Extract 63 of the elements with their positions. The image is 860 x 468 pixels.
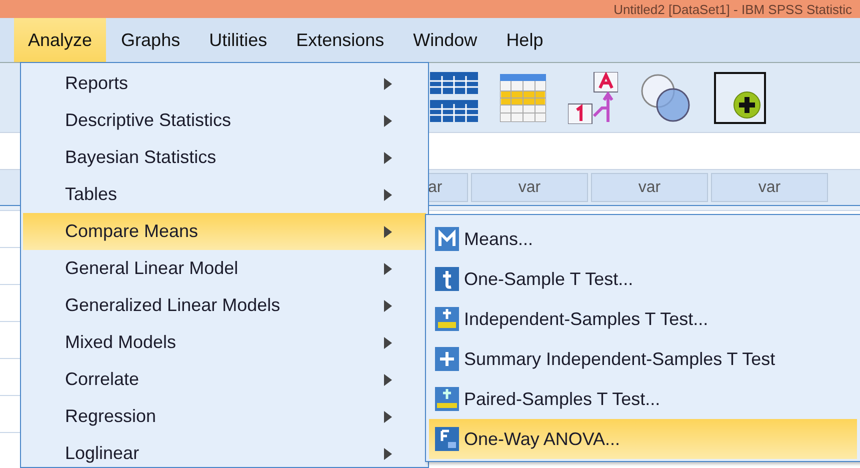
menu-item[interactable]: One-Sample T Test... <box>429 259 857 299</box>
zigzag-icon <box>435 227 459 251</box>
menu-item[interactable]: Bayesian Statistics <box>23 139 426 176</box>
menu-item[interactable]: Loglinear <box>23 435 426 467</box>
menu-item-label: Correlate <box>65 368 140 391</box>
menu-item-label: One-Way ANOVA... <box>464 428 620 451</box>
column-header[interactable]: var <box>471 173 588 202</box>
menu-item[interactable]: Tables <box>23 176 426 213</box>
venn-icon <box>640 72 692 122</box>
submenu-arrow-icon <box>384 336 392 348</box>
submenu-arrow-icon <box>384 300 392 312</box>
menu-bar-item[interactable]: Window <box>399 18 492 62</box>
menu-item-label: Means... <box>464 228 534 250</box>
menu-item-label: Loglinear <box>65 442 140 465</box>
menu-item-label: Independent-Samples T Test... <box>464 308 708 331</box>
menu-item[interactable]: General Linear Model <box>23 250 426 287</box>
submenu-arrow-icon <box>384 114 392 126</box>
column-header[interactable]: var <box>711 173 828 202</box>
menu-item-label: Summary Independent-Samples T Test <box>464 348 776 371</box>
menu-item[interactable]: Summary Independent-Samples T Test <box>429 339 857 379</box>
menu-item-label: Bayesian Statistics <box>65 146 218 169</box>
submenu-arrow-icon <box>384 410 392 422</box>
menu-item-label: Compare Means <box>65 220 200 243</box>
menu-item-label: Regression <box>65 405 158 428</box>
menu-bar-item[interactable]: Analyze <box>14 18 106 62</box>
menu-item-label: General Linear Model <box>65 257 240 280</box>
menu-bar-item[interactable]: Graphs <box>107 18 194 62</box>
menu-bar-item[interactable]: Utilities <box>195 18 282 62</box>
letter-f-icon <box>435 427 459 451</box>
window-title: Untitled2 [DataSet1] - IBM SPSS Statistic <box>614 2 852 16</box>
plus-icon <box>435 347 459 371</box>
menu-item[interactable]: Regression <box>23 398 426 435</box>
add-button-icon[interactable] <box>714 72 766 124</box>
submenu-arrow-icon <box>384 226 392 238</box>
submenu-arrow-icon <box>384 448 392 460</box>
submenu-arrow-icon <box>384 188 392 200</box>
menu-item[interactable]: Means... <box>429 219 857 259</box>
column-header[interactable]: var <box>591 173 708 202</box>
table-icon <box>430 72 478 124</box>
menu-item-label: Tables <box>65 183 118 206</box>
submenu-arrow-icon <box>384 152 392 164</box>
value-labels-icon <box>568 72 618 124</box>
submenu-arrow-icon <box>384 374 392 386</box>
menu-item[interactable]: Generalized Linear Models <box>23 287 426 324</box>
menu-item-label: Generalized Linear Models <box>65 294 282 317</box>
menu-item-label: Descriptive Statistics <box>65 109 232 132</box>
spreadsheet-icon <box>500 74 546 122</box>
submenu-arrow-icon <box>384 78 392 90</box>
menu-item[interactable]: Descriptive Statistics <box>23 102 426 139</box>
menu-item[interactable]: Correlate <box>23 361 426 398</box>
menu-item[interactable]: Paired-Samples T Test... <box>429 379 857 419</box>
menu-item[interactable]: Mixed Models <box>23 324 426 361</box>
menu-item-label: One-Sample T Test... <box>464 268 634 291</box>
menu-item[interactable]: Reports <box>23 65 426 102</box>
submenu-arrow-icon <box>384 262 392 274</box>
menu-item-label: Mixed Models <box>65 331 178 354</box>
menu-item[interactable]: Compare Means <box>23 213 426 250</box>
menu-item[interactable]: Independent-Samples T Test... <box>429 299 857 339</box>
menu-item-label: Paired-Samples T Test... <box>464 388 660 411</box>
menu-bar-item[interactable]: Extensions <box>282 18 398 62</box>
menu-item-label: Reports <box>65 72 130 95</box>
menu-bar-item[interactable]: Help <box>492 18 558 62</box>
menu-item[interactable]: One-Way ANOVA... <box>429 419 857 459</box>
